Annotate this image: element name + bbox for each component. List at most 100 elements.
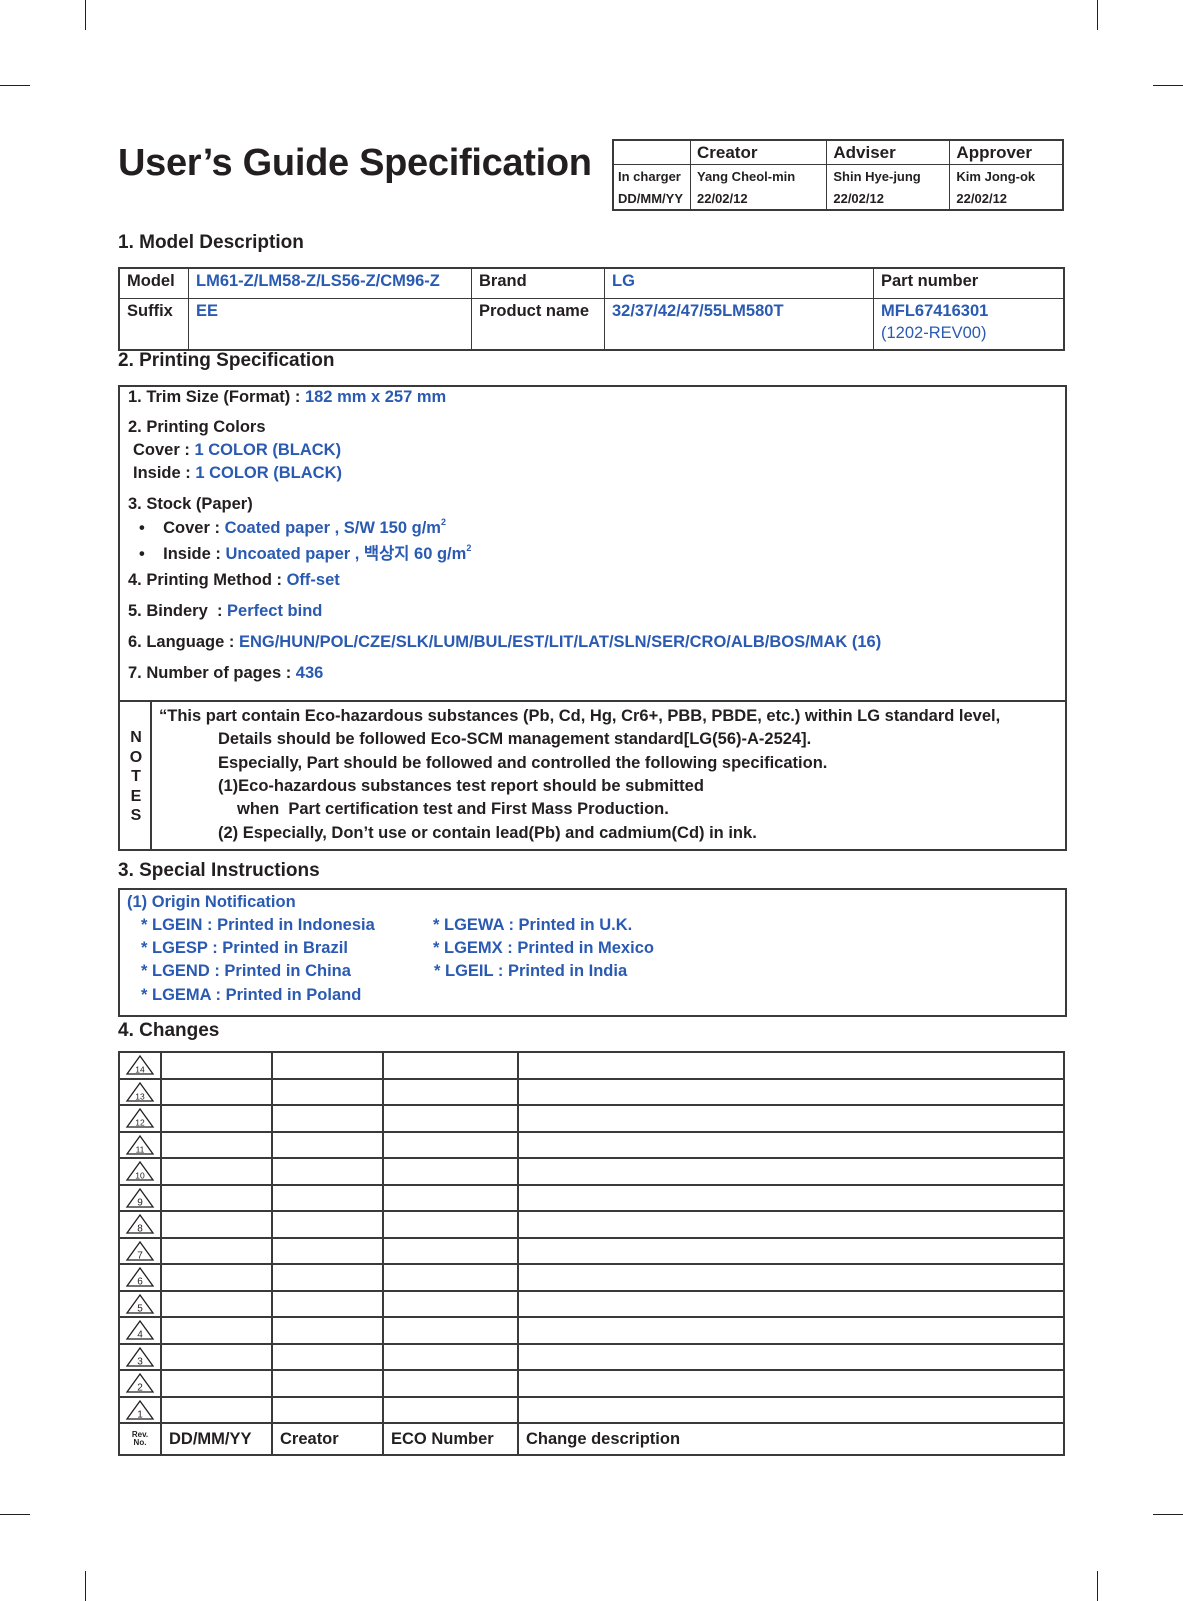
note-line: Especially, Part should be followed and …: [218, 754, 828, 772]
revision-cell: 8: [118, 1210, 162, 1239]
change-description-cell: [517, 1130, 1065, 1159]
date-cell: [160, 1210, 273, 1239]
notes-side-label: N O T E S: [129, 728, 143, 826]
change-row: 9: [118, 1183, 1065, 1212]
cover-color-label: Cover :: [133, 441, 195, 459]
date-cell: [160, 1104, 273, 1133]
change-row: 7: [118, 1236, 1065, 1265]
note-line: (1)Eco-hazardous substances test report …: [218, 777, 704, 795]
change-row: 11: [118, 1130, 1065, 1159]
revision-number: 8: [137, 1224, 143, 1235]
eco-number-cell: [382, 1263, 519, 1292]
revision-triangle-icon: 8: [125, 1214, 155, 1235]
part-number-cell: MFL67416301 (1202-REV00): [873, 298, 1065, 351]
trim-size-value: 182 mm x 257 mm: [304, 388, 447, 406]
revision-triangle-icon: 3: [125, 1346, 155, 1367]
revision-number: 3: [137, 1356, 143, 1367]
date-cell: [160, 1369, 273, 1398]
change-row: 3: [118, 1342, 1065, 1371]
creator-cell: [271, 1104, 384, 1133]
note-line: Details should be followed Eco-SCM manag…: [218, 730, 812, 748]
crop-mark: [1097, 0, 1098, 30]
eco-number-cell: [382, 1289, 519, 1318]
approver-date: 22/02/12: [949, 187, 1064, 211]
brand-label: Brand: [471, 267, 605, 299]
approval-row-date: DD/MM/YY 22/02/12 22/02/12 22/02/12: [612, 187, 1064, 211]
changes-table: 14 13 12 11 10 9 8 7 6 5 4 3 2 1 Rev. No. DD/MM/YY Cr…: [118, 1051, 1065, 1456]
revision-triangle-icon: 1: [125, 1399, 155, 1420]
origin-item: * LGEMX : Printed in Mexico: [433, 939, 654, 957]
revision-cell: 7: [118, 1236, 162, 1265]
date-cell: [160, 1183, 273, 1212]
revision-number: 5: [137, 1303, 143, 1314]
bindery-line: 5. Bindery : Perfect bind: [128, 602, 322, 621]
creator-cell: [271, 1395, 384, 1424]
revision-cell: 6: [118, 1263, 162, 1292]
eco-number-cell: [382, 1104, 519, 1133]
change-description-cell: [517, 1051, 1065, 1080]
date-cell: [160, 1263, 273, 1292]
change-description-cell: [517, 1289, 1065, 1318]
suffix-label: Suffix: [118, 298, 189, 351]
revision-triangle-icon: 14: [125, 1055, 155, 1075]
approval-col-approver: Approver: [949, 139, 1064, 165]
change-description-cell: [517, 1369, 1065, 1398]
approval-col-creator: Creator: [689, 139, 828, 165]
change-row: 10: [118, 1157, 1065, 1186]
origin-notification-heading: (1) Origin Notification: [127, 893, 296, 911]
revision-cell: 10: [118, 1157, 162, 1186]
notes-letter: O: [129, 748, 143, 766]
part-number-revision: (1202-REV00): [881, 324, 987, 342]
revision-cell: 14: [118, 1051, 162, 1080]
creator-cell: [271, 1236, 384, 1265]
creator-cell: [271, 1183, 384, 1212]
change-description-cell: [517, 1183, 1065, 1212]
eco-number-cell: [382, 1130, 519, 1159]
revision-triangle-icon: 5: [125, 1293, 155, 1314]
stock-cover-line: • Cover : Coated paper , S/W 150 g/m2: [139, 517, 446, 538]
revision-triangle-icon: 9: [125, 1187, 155, 1208]
rev-no-header: Rev. No.: [118, 1422, 162, 1456]
note-line: “This part contain Eco-hazardous substan…: [159, 707, 1001, 725]
product-name-value: 32/37/42/47/55LM580T: [604, 298, 874, 351]
revision-number: 9: [137, 1197, 143, 1208]
change-row: 8: [118, 1210, 1065, 1239]
bullet-icon: •: [139, 545, 145, 563]
revision-cell: 4: [118, 1316, 162, 1345]
language-value: ENG/HUN/POL/CZE/SLK/LUM/BUL/EST/LIT/LAT/…: [238, 633, 882, 651]
date-cell: [160, 1316, 273, 1345]
eco-number-cell: [382, 1236, 519, 1265]
part-number-value: MFL67416301: [881, 302, 989, 320]
date-cell: [160, 1289, 273, 1318]
stock-label: 3. Stock (Paper): [128, 495, 253, 513]
revision-triangle-icon: 6: [125, 1267, 155, 1288]
eco-number-cell: [382, 1210, 519, 1239]
crop-mark: [1153, 1514, 1183, 1515]
bindery-value: Perfect bind: [227, 602, 323, 620]
change-description-cell: [517, 1395, 1065, 1424]
crop-mark: [0, 1514, 30, 1515]
creator-cell: [271, 1157, 384, 1186]
suffix-value: EE: [188, 298, 472, 351]
revision-number: 7: [137, 1250, 143, 1261]
change-description-cell: [517, 1157, 1065, 1186]
printing-method-label: 4. Printing Method :: [128, 571, 287, 589]
origin-item: * LGESP : Printed in Brazil: [141, 939, 348, 957]
change-description-cell: [517, 1316, 1065, 1345]
stock-inside-value: Uncoated paper , 백상지 60 g/m: [225, 545, 467, 563]
model-value: LM61-Z/LM58-Z/LS56-Z/CM96-Z: [188, 267, 472, 299]
approval-row-label: DD/MM/YY: [612, 187, 691, 211]
revision-number: 11: [136, 1144, 145, 1154]
change-row: 2: [118, 1369, 1065, 1398]
inside-color-value: 1 COLOR (BLACK): [195, 464, 342, 482]
revision-cell: 13: [118, 1077, 162, 1106]
date-cell: [160, 1395, 273, 1424]
language-label: 6. Language :: [128, 633, 239, 651]
creator-cell: [271, 1263, 384, 1292]
eco-number-cell: [382, 1316, 519, 1345]
section-heading-changes: 4. Changes: [118, 1020, 220, 1041]
special-instructions-box: (1) Origin Notification * LGEIN : Printe…: [118, 888, 1067, 1017]
origin-item: * LGEND : Printed in China: [141, 962, 351, 980]
date-cell: [160, 1077, 273, 1106]
creator-cell: [271, 1210, 384, 1239]
